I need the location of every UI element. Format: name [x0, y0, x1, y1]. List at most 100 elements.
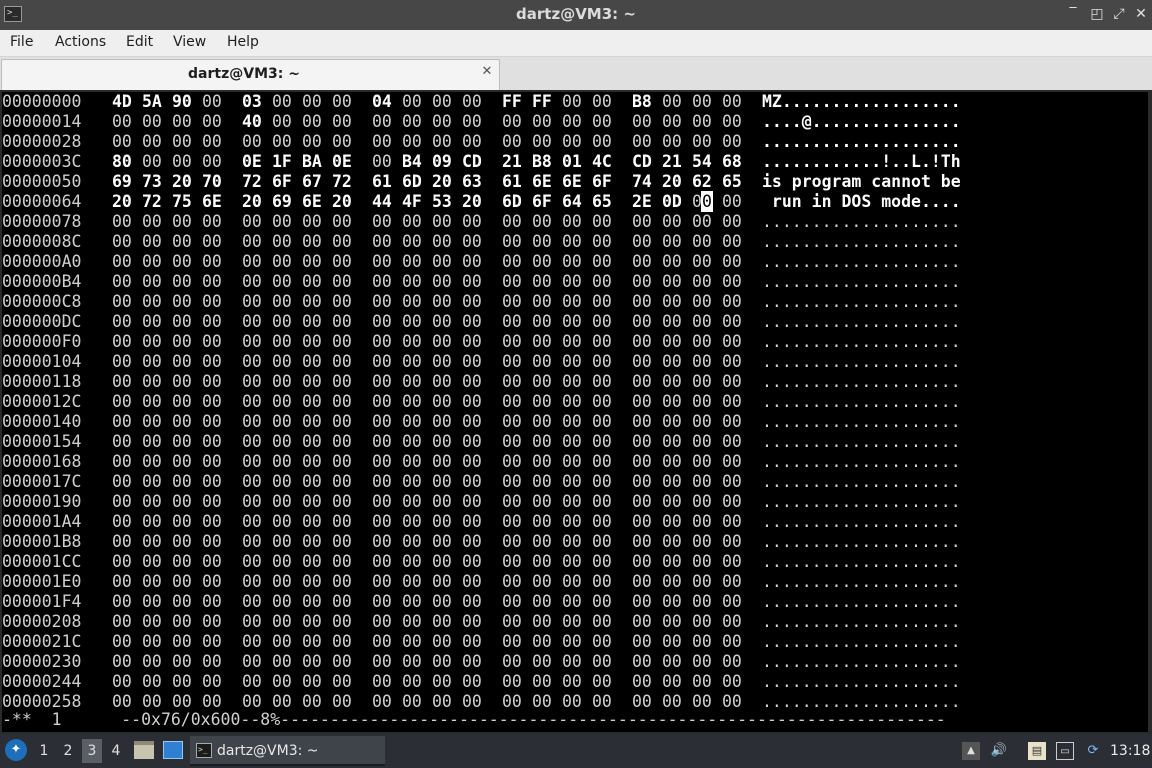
hex-byte[interactable]: 00	[172, 592, 192, 612]
hex-byte[interactable]: 4C	[592, 152, 612, 172]
hex-byte[interactable]: 00	[532, 572, 552, 592]
hex-byte[interactable]: 00	[372, 152, 392, 172]
hex-byte[interactable]: 00	[372, 452, 392, 472]
hex-byte[interactable]: 00	[462, 272, 482, 292]
hex-byte[interactable]: 00	[432, 572, 452, 592]
hex-byte[interactable]: 21	[502, 152, 522, 172]
hex-byte[interactable]: 00	[692, 312, 712, 332]
hex-byte[interactable]: 00	[632, 432, 652, 452]
hex-byte[interactable]: 00	[332, 532, 352, 552]
hex-byte[interactable]: 2E	[632, 192, 652, 212]
hex-byte[interactable]: 00	[272, 252, 292, 272]
hex-byte[interactable]: 00	[172, 392, 192, 412]
hex-byte[interactable]: 4D	[112, 92, 132, 112]
hex-byte[interactable]: 00	[432, 432, 452, 452]
hex-byte[interactable]: 00	[142, 152, 162, 172]
hex-byte[interactable]: 00	[302, 392, 322, 412]
hex-byte[interactable]: 00	[332, 132, 352, 152]
hex-byte[interactable]: 00	[662, 392, 682, 412]
menu-help[interactable]: Help	[227, 30, 259, 57]
hex-byte[interactable]: 00	[202, 292, 222, 312]
hex-byte[interactable]: 00	[662, 612, 682, 632]
hex-byte[interactable]: 00	[142, 332, 162, 352]
hex-byte[interactable]: 00	[662, 412, 682, 432]
hex-byte[interactable]: 00	[632, 292, 652, 312]
hex-byte[interactable]: 00	[372, 572, 392, 592]
hex-byte[interactable]: 00	[202, 572, 222, 592]
hex-byte[interactable]: 00	[662, 692, 682, 712]
hex-byte[interactable]: 90	[172, 92, 192, 112]
hex-byte[interactable]: 00	[202, 132, 222, 152]
hex-byte[interactable]: 00	[632, 692, 652, 712]
hex-byte[interactable]: 00	[502, 252, 522, 272]
hex-byte[interactable]: 00	[272, 492, 292, 512]
hex-byte[interactable]: 00	[462, 292, 482, 312]
hex-byte[interactable]: 00	[202, 372, 222, 392]
hex-byte[interactable]: 00	[112, 552, 132, 572]
hex-byte[interactable]: 00	[562, 572, 582, 592]
hex-byte[interactable]: 00	[202, 412, 222, 432]
hex-byte[interactable]: 00	[632, 252, 652, 272]
hex-byte[interactable]: 00	[172, 632, 192, 652]
hex-byte[interactable]: 00	[202, 92, 222, 112]
hex-byte[interactable]: 00	[592, 392, 612, 412]
workspace-3[interactable]: 3	[82, 739, 102, 763]
hex-byte[interactable]: 00	[242, 372, 262, 392]
hex-byte[interactable]: 00	[272, 652, 292, 672]
hex-byte[interactable]: 00	[502, 312, 522, 332]
hex-byte[interactable]: 00	[722, 112, 742, 132]
hex-byte[interactable]: 00	[562, 612, 582, 632]
hex-byte[interactable]: 00	[142, 352, 162, 372]
menu-view[interactable]: View	[173, 30, 206, 57]
hex-byte[interactable]: 00	[532, 532, 552, 552]
hex-byte[interactable]: FF	[502, 92, 522, 112]
hex-byte[interactable]: 00	[662, 452, 682, 472]
hex-byte[interactable]: 00	[462, 512, 482, 532]
hex-byte[interactable]: 00	[662, 592, 682, 612]
hex-byte[interactable]: 00	[722, 292, 742, 312]
hex-byte[interactable]: 00	[202, 152, 222, 172]
hex-byte[interactable]: 00	[462, 232, 482, 252]
hex-byte[interactable]: 00	[662, 292, 682, 312]
hex-byte[interactable]: 00	[242, 392, 262, 412]
hex-byte[interactable]: 00	[202, 492, 222, 512]
hex-byte[interactable]: 00	[142, 672, 162, 692]
hex-byte[interactable]: 00	[372, 252, 392, 272]
hex-byte[interactable]: 00	[722, 652, 742, 672]
hex-byte[interactable]: 00	[632, 592, 652, 612]
hex-byte[interactable]: 00	[112, 652, 132, 672]
hex-byte[interactable]: 00	[432, 372, 452, 392]
file-manager-icon[interactable]	[134, 741, 154, 759]
hex-byte[interactable]: 00	[302, 132, 322, 152]
hex-byte[interactable]: 00	[432, 632, 452, 652]
hex-byte[interactable]: 00	[432, 92, 452, 112]
hex-byte[interactable]: 00	[302, 232, 322, 252]
hex-byte[interactable]: 00	[112, 532, 132, 552]
hex-byte[interactable]: 00	[462, 352, 482, 372]
hex-byte[interactable]: 54	[692, 152, 712, 172]
hex-byte[interactable]: 00	[722, 532, 742, 552]
hex-byte[interactable]: 00	[142, 632, 162, 652]
hex-byte[interactable]: 00	[432, 392, 452, 412]
hex-byte[interactable]: 00	[202, 312, 222, 332]
hex-byte[interactable]: 00	[372, 392, 392, 412]
hex-byte[interactable]: 00	[142, 292, 162, 312]
hex-byte[interactable]: 00	[592, 252, 612, 272]
hex-byte[interactable]: 00	[142, 512, 162, 532]
hex-byte[interactable]: 20	[172, 172, 192, 192]
hex-byte[interactable]: 00	[462, 132, 482, 152]
hex-byte[interactable]: 00	[502, 632, 522, 652]
hex-byte[interactable]: 00	[632, 612, 652, 632]
hex-byte[interactable]: 80	[112, 152, 132, 172]
hex-byte[interactable]: 00	[402, 292, 422, 312]
hex-byte[interactable]: 00	[172, 552, 192, 572]
hex-byte[interactable]: 00	[372, 312, 392, 332]
hex-byte[interactable]: 70	[202, 172, 222, 192]
hex-byte[interactable]: 00	[562, 512, 582, 532]
hex-byte[interactable]: 00	[202, 472, 222, 492]
hex-byte[interactable]: 00	[272, 532, 292, 552]
hex-byte[interactable]: 00	[302, 512, 322, 532]
hex-byte[interactable]: 00	[432, 452, 452, 472]
hex-byte[interactable]: 0E	[242, 152, 262, 172]
hex-byte[interactable]: 00	[402, 592, 422, 612]
